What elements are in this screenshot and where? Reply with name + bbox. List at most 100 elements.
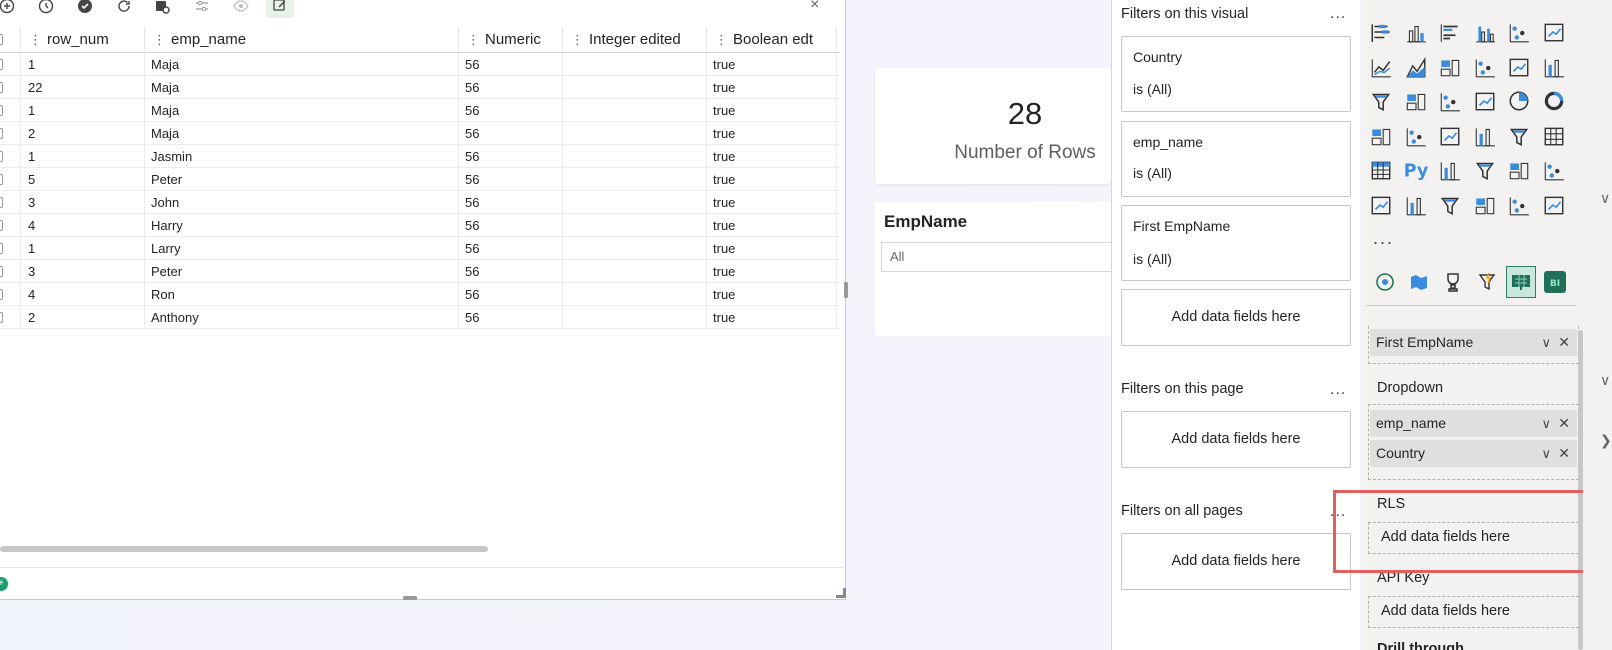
table-cell-integer[interactable] xyxy=(563,306,707,329)
table-cell-emp-name[interactable]: Jasmin xyxy=(145,145,459,168)
shape-map-icon[interactable] xyxy=(1404,268,1434,296)
resize-handle-bottom[interactable] xyxy=(403,596,417,600)
filter-card-emp-name[interactable]: emp_name is (All) xyxy=(1121,121,1351,197)
table-cell-emp-name[interactable]: Maja xyxy=(145,122,459,145)
scatter-chart-icon[interactable] xyxy=(1470,87,1500,115)
history-icon[interactable] xyxy=(35,0,57,17)
row-checkbox[interactable] xyxy=(0,283,21,306)
treemap-icon[interactable] xyxy=(1366,122,1396,150)
power-automate-filter-icon[interactable] xyxy=(1472,268,1502,296)
table-cell-numeric[interactable]: 56 xyxy=(459,214,563,237)
close-icon[interactable]: × xyxy=(810,0,819,14)
filter-card-country[interactable]: Country is (All) xyxy=(1121,36,1351,112)
decomposition-tree-icon[interactable] xyxy=(1470,156,1500,184)
donut-chart-icon[interactable] xyxy=(1539,87,1569,115)
line-clustered-column-icon[interactable] xyxy=(1539,53,1569,81)
table-cell-integer[interactable] xyxy=(563,145,707,168)
chevron-down-icon[interactable]: ∨ xyxy=(1541,410,1551,437)
power-automate-icon[interactable] xyxy=(1366,191,1396,219)
image-icon[interactable] xyxy=(1435,191,1465,219)
table-cell-numeric[interactable]: 56 xyxy=(459,283,563,306)
column-header-row-num[interactable]: ⋮ row_num xyxy=(21,27,145,53)
filter-card-first-empname[interactable]: First EmpName is (All) xyxy=(1121,205,1351,281)
edit-icon[interactable] xyxy=(266,0,294,18)
table-cell-numeric[interactable]: 56 xyxy=(459,99,563,122)
paginated-report-icon[interactable] xyxy=(1539,156,1569,184)
chevron-right-icon[interactable]: ❯ xyxy=(1600,432,1612,449)
resize-handle-right[interactable] xyxy=(844,282,848,298)
chevron-down-icon[interactable]: ∨ xyxy=(1600,190,1610,207)
100-stacked-column-icon[interactable] xyxy=(1539,18,1569,46)
selected-custom-visual-icon[interactable] xyxy=(1506,266,1536,298)
qna-icon[interactable] xyxy=(1504,156,1534,184)
table-cell-row-num[interactable]: 1 xyxy=(21,145,145,168)
table-cell-boolean[interactable]: true xyxy=(707,260,837,283)
more-options-icon[interactable]: ... xyxy=(1330,5,1346,23)
more-visuals-icon[interactable]: ... xyxy=(1373,228,1394,249)
table-cell-boolean[interactable]: true xyxy=(707,122,837,145)
table-cell-boolean[interactable]: true xyxy=(707,53,837,76)
table-cell-boolean[interactable]: true xyxy=(707,99,837,122)
matrix-icon[interactable] xyxy=(1366,156,1396,184)
bi-custom-visual-icon[interactable]: BI xyxy=(1540,268,1570,296)
table-cell-integer[interactable] xyxy=(563,237,707,260)
table-cell-integer[interactable] xyxy=(563,53,707,76)
table-row[interactable]: 4 Harry 56 true xyxy=(0,214,840,237)
stacked-bar-icon[interactable] xyxy=(1366,18,1396,46)
database-settings-icon[interactable] xyxy=(151,0,173,17)
table-cell-integer[interactable] xyxy=(563,168,707,191)
trophy-icon[interactable] xyxy=(1438,268,1468,296)
waterfall-chart-icon[interactable] xyxy=(1401,87,1431,115)
table-cell-emp-name[interactable]: Larry xyxy=(145,237,459,260)
column-header-numeric[interactable]: ⋮ Numeric xyxy=(459,27,563,53)
add-all-pages-filter-field[interactable]: Add data fields here xyxy=(1121,533,1351,590)
key-influencers-icon[interactable] xyxy=(1435,156,1465,184)
column-header-boolean-edt[interactable]: ⋮ Boolean edt xyxy=(707,27,837,53)
table-cell-boolean[interactable]: true xyxy=(707,306,837,329)
table-row[interactable]: 1 Maja 56 true xyxy=(0,53,840,76)
table-cell-emp-name[interactable]: Ron xyxy=(145,283,459,306)
add-page-filter-field[interactable]: Add data fields here xyxy=(1121,411,1351,468)
table-cell-numeric[interactable]: 56 xyxy=(459,122,563,145)
table-cell-boolean[interactable]: true xyxy=(707,237,837,260)
table-cell-boolean[interactable]: true xyxy=(707,168,837,191)
clustered-bar-icon[interactable] xyxy=(1435,18,1465,46)
close-icon[interactable]: ✕ xyxy=(1558,410,1570,437)
multi-row-card-icon[interactable] xyxy=(1504,122,1534,150)
table-cell-emp-name[interactable]: Maja xyxy=(145,76,459,99)
table-cell-emp-name[interactable]: Maja xyxy=(145,53,459,76)
table-cell-boolean[interactable]: true xyxy=(707,76,837,99)
table-cell-row-num[interactable]: 22 xyxy=(21,76,145,99)
table-row[interactable]: 1 Larry 56 true xyxy=(0,237,840,260)
table-cell-integer[interactable] xyxy=(563,214,707,237)
table-cell-integer[interactable] xyxy=(563,99,707,122)
table-cell-row-num[interactable]: 3 xyxy=(21,191,145,214)
table-cell-numeric[interactable]: 56 xyxy=(459,191,563,214)
pie-chart-icon[interactable] xyxy=(1504,87,1534,115)
table-cell-row-num[interactable]: 2 xyxy=(21,306,145,329)
table-cell-numeric[interactable]: 56 xyxy=(459,145,563,168)
eye-icon[interactable] xyxy=(230,0,252,17)
metrics-icon[interactable] xyxy=(1504,191,1534,219)
table-row[interactable]: 3 John 56 true xyxy=(0,191,840,214)
row-checkbox[interactable] xyxy=(0,191,21,214)
chevron-down-icon[interactable]: ∨ xyxy=(1600,372,1610,389)
chevron-down-icon[interactable]: ∨ xyxy=(1541,440,1551,467)
table-cell-emp-name[interactable]: Peter xyxy=(145,168,459,191)
python-visual-icon[interactable]: Py xyxy=(1401,156,1431,184)
add-api-key-field[interactable]: Add data fields here xyxy=(1381,603,1510,619)
close-icon[interactable]: ✕ xyxy=(1558,329,1570,356)
row-checkbox[interactable] xyxy=(0,168,21,191)
column-header-emp-name[interactable]: ⋮ emp_name xyxy=(145,27,459,53)
select-all-checkbox[interactable] xyxy=(0,27,21,53)
table-row[interactable]: 1 Jasmin 56 true xyxy=(0,145,840,168)
table-cell-emp-name[interactable]: John xyxy=(145,191,459,214)
refresh-icon[interactable] xyxy=(113,0,135,17)
field-pill-emp-name[interactable]: emp_name ∨ ✕ xyxy=(1370,410,1577,437)
table-cell-numeric[interactable]: 56 xyxy=(459,53,563,76)
table-cell-emp-name[interactable]: Maja xyxy=(145,99,459,122)
table-row[interactable]: 2 Maja 56 true xyxy=(0,122,840,145)
100-stacked-bar-icon[interactable] xyxy=(1504,18,1534,46)
chevron-down-icon[interactable]: ∨ xyxy=(1541,329,1551,356)
smart-narrative-icon[interactable] xyxy=(1401,191,1431,219)
